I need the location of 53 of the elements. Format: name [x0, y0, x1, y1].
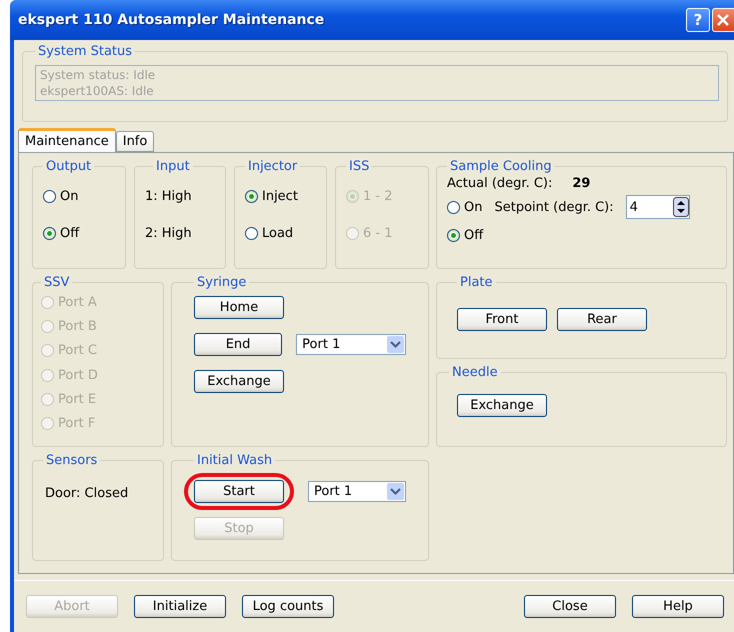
close-button[interactable] — [712, 8, 734, 32]
input-status: 1: High — [145, 189, 192, 204]
radio-button[interactable]: Off — [447, 223, 716, 247]
group-label: Sample Cooling — [449, 159, 553, 174]
home-button[interactable]: Home — [194, 296, 284, 319]
footer-button[interactable]: Help — [632, 595, 724, 618]
tab[interactable]: Maintenance — [18, 128, 116, 152]
footer-button[interactable]: Initialize — [134, 595, 226, 618]
group-label: Initial Wash — [196, 453, 274, 468]
group-label: System Status — [37, 44, 134, 59]
group-label: Input — [155, 159, 191, 174]
radio-button[interactable]: On — [447, 195, 482, 219]
port-dropdown[interactable]: Port 1 — [308, 481, 406, 502]
group-label: SSV — [43, 275, 70, 290]
exchange-button[interactable]: Exchange — [457, 394, 547, 417]
setpoint-field[interactable]: 4 — [626, 195, 690, 219]
radio-button[interactable]: On — [43, 178, 115, 215]
actual-label: Actual (degr. C): — [447, 176, 552, 191]
radio-indicator-icon[interactable] — [43, 227, 56, 240]
group-label: Syringe — [196, 275, 248, 290]
port-dropdown[interactable]: Port 1 — [296, 334, 406, 355]
window-title: ekspert 110 Autosampler Maintenance — [18, 12, 324, 28]
status-line: ekspert100AS: Idle — [40, 83, 155, 99]
start-button[interactable]: Start — [194, 480, 284, 503]
close-icon — [716, 13, 730, 27]
spinner-arrows-icon[interactable] — [672, 197, 689, 217]
radio-indicator-icon[interactable] — [447, 228, 460, 242]
group-label: Injector — [247, 159, 298, 174]
footer-button[interactable]: Log counts — [242, 595, 334, 618]
radio-button[interactable]: Load — [245, 215, 316, 252]
end-button[interactable]: End — [194, 333, 282, 356]
radio-indicator-icon[interactable] — [245, 227, 258, 240]
group-label: Output — [45, 159, 92, 174]
group-label: ISS — [348, 159, 370, 174]
radio-indicator-icon[interactable] — [447, 200, 460, 214]
help-button[interactable]: ? — [686, 8, 710, 32]
plate-button[interactable]: Front — [457, 308, 547, 331]
actual-value: 29 — [572, 176, 590, 191]
group-label: Plate — [459, 275, 494, 290]
group-label: Sensors — [45, 453, 98, 468]
input-status: 2: High — [145, 226, 192, 241]
door-status: Door: Closed — [45, 486, 130, 501]
status-line: System status: Idle — [40, 67, 156, 83]
radio-button[interactable]: Inject — [245, 178, 316, 215]
radio-indicator-icon[interactable] — [43, 190, 56, 203]
radio-indicator-icon[interactable] — [245, 190, 258, 203]
plate-button[interactable]: Rear — [557, 308, 647, 331]
radio-button[interactable]: Off — [43, 215, 115, 252]
tab[interactable]: Info — [116, 131, 154, 152]
setpoint-label: Setpoint (degr. C): — [494, 200, 614, 214]
group-label: Needle — [451, 365, 499, 380]
footer-button[interactable]: Close — [524, 595, 616, 618]
exchange-button[interactable]: Exchange — [194, 370, 284, 393]
